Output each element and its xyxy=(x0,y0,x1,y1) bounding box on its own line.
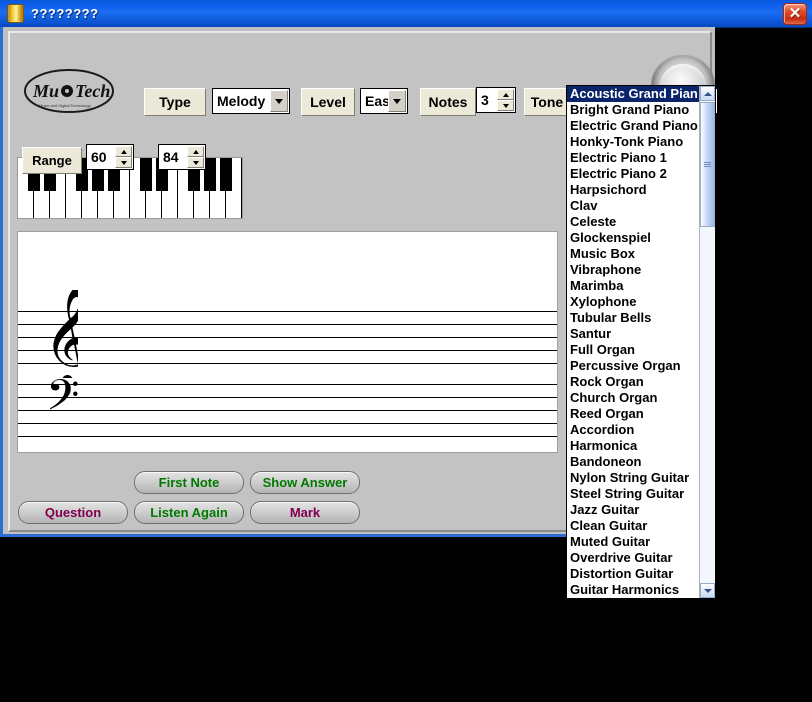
dropdown-option[interactable]: Harpsichord xyxy=(567,182,699,198)
staff-line xyxy=(18,397,557,398)
svg-text:𝄢: 𝄢 xyxy=(46,378,79,431)
logo-graphic: Mu Tech Music and Digital Technology xyxy=(24,69,114,113)
dropdown-option[interactable]: Acoustic Grand Pian xyxy=(567,86,699,102)
tone-label: Tone xyxy=(524,88,570,116)
listen-again-button[interactable]: Listen Again xyxy=(134,501,244,524)
black-key[interactable] xyxy=(219,158,233,191)
window-title: ???????? xyxy=(31,6,99,21)
dropdown-scrollbar[interactable] xyxy=(699,86,715,598)
staff-line xyxy=(18,311,557,312)
staff-line xyxy=(18,350,557,351)
stepper-up-icon[interactable] xyxy=(187,146,204,157)
stepper-up-icon[interactable] xyxy=(115,146,132,157)
dropdown-option[interactable]: Harmonica xyxy=(567,438,699,454)
title-bar: ???????? ✕ xyxy=(0,0,812,28)
dropdown-option[interactable]: Clav xyxy=(567,198,699,214)
dropdown-option[interactable]: Overdrive Guitar xyxy=(567,550,699,566)
range-high-buttons xyxy=(187,146,204,168)
dropdown-option[interactable]: Honky-Tonk Piano xyxy=(567,134,699,150)
dropdown-option[interactable]: Accordion xyxy=(567,422,699,438)
tone-dropdown-options[interactable]: Acoustic Grand Pian Bright Grand Piano Ele… xyxy=(567,86,699,598)
dropdown-option[interactable]: Nylon String Guitar xyxy=(567,470,699,486)
dropdown-option[interactable]: Marimba xyxy=(567,278,699,294)
app-icon xyxy=(7,4,24,23)
staff-line xyxy=(18,410,557,411)
range-low-buttons xyxy=(115,146,132,168)
dropdown-option[interactable]: Bright Grand Piano xyxy=(567,102,699,118)
dropdown-option[interactable]: Steel String Guitar xyxy=(567,486,699,502)
dropdown-option[interactable]: Xylophone xyxy=(567,294,699,310)
staff-line xyxy=(18,384,557,385)
scroll-up-icon[interactable] xyxy=(700,86,715,101)
screen: ???????? ✕ Mu Tech Music and Digital Tec… xyxy=(0,0,812,702)
dropdown-option[interactable]: Distortion Guitar xyxy=(567,566,699,582)
type-combo[interactable]: Melody xyxy=(212,88,290,114)
black-key[interactable] xyxy=(139,158,153,191)
staff-line xyxy=(18,324,557,325)
scrollbar-thumb[interactable] xyxy=(700,102,715,227)
dropdown-option[interactable]: Vibraphone xyxy=(567,262,699,278)
dropdown-option[interactable]: Santur xyxy=(567,326,699,342)
range-high-stepper[interactable]: 84 xyxy=(158,144,206,170)
dropdown-option[interactable]: Percussive Organ xyxy=(567,358,699,374)
dropdown-option[interactable]: Jazz Guitar xyxy=(567,502,699,518)
dropdown-option[interactable]: Glockenspiel xyxy=(567,230,699,246)
dropdown-option[interactable]: Bandoneon xyxy=(567,454,699,470)
dropdown-option[interactable]: Celeste xyxy=(567,214,699,230)
treble-clef-icon: 𝄞 xyxy=(42,287,94,391)
close-glyph: ✕ xyxy=(788,5,802,22)
level-combo-value: Easy xyxy=(365,93,388,109)
svg-text:Tech: Tech xyxy=(75,81,110,101)
dropdown-option[interactable]: Full Organ xyxy=(567,342,699,358)
dropdown-option[interactable]: Clean Guitar xyxy=(567,518,699,534)
show-answer-button[interactable]: Show Answer xyxy=(250,471,360,494)
close-icon[interactable]: ✕ xyxy=(783,3,807,25)
level-combo[interactable]: Easy xyxy=(360,88,408,114)
svg-text:𝄞: 𝄞 xyxy=(43,290,78,378)
scrollbar-grip-icon xyxy=(704,161,711,168)
range-low-value: 60 xyxy=(91,149,107,165)
notes-stepper-value: 3 xyxy=(481,92,489,108)
notes-label: Notes xyxy=(420,88,476,116)
scroll-down-icon[interactable] xyxy=(700,583,715,598)
svg-text:Mu: Mu xyxy=(32,81,59,101)
question-button[interactable]: Question xyxy=(18,501,128,524)
dropdown-option[interactable]: Electric Grand Piano xyxy=(567,118,699,134)
range-high-value: 84 xyxy=(163,149,179,165)
dropdown-option[interactable]: Music Box xyxy=(567,246,699,262)
dropdown-option[interactable]: Tubular Bells xyxy=(567,310,699,326)
dropdown-option[interactable]: Church Organ xyxy=(567,390,699,406)
dropdown-option[interactable]: Guitar Harmonics xyxy=(567,582,699,598)
type-combo-value: Melody xyxy=(217,93,266,109)
tone-dropdown-list[interactable]: Acoustic Grand Pian Bright Grand Piano Ele… xyxy=(566,85,716,599)
range-low-stepper[interactable]: 60 xyxy=(86,144,134,170)
staff-line xyxy=(18,337,557,338)
staff-line xyxy=(18,363,557,364)
staff-line xyxy=(18,423,557,424)
stepper-down-icon[interactable] xyxy=(497,100,514,111)
chevron-down-icon[interactable] xyxy=(270,90,288,112)
svg-text:Music and Digital Technology: Music and Digital Technology xyxy=(39,103,91,108)
stepper-down-icon[interactable] xyxy=(187,157,204,168)
staff-line xyxy=(18,436,557,437)
range-label: Range xyxy=(22,147,82,174)
dropdown-option[interactable]: Rock Organ xyxy=(567,374,699,390)
chevron-down-icon[interactable] xyxy=(388,90,406,112)
notes-stepper-buttons xyxy=(497,89,514,111)
dropdown-option[interactable]: Reed Organ xyxy=(567,406,699,422)
stepper-down-icon[interactable] xyxy=(115,157,132,168)
type-label: Type xyxy=(144,88,206,116)
dropdown-option[interactable]: Electric Piano 1 xyxy=(567,150,699,166)
music-staff-area: 𝄞 𝄢 xyxy=(17,231,558,453)
notes-stepper[interactable]: 3 xyxy=(476,87,516,113)
dropdown-option[interactable]: Muted Guitar xyxy=(567,534,699,550)
mustech-logo: Mu Tech Music and Digital Technology xyxy=(19,67,119,115)
dropdown-option[interactable]: Electric Piano 2 xyxy=(567,166,699,182)
bass-clef-icon: 𝄢 xyxy=(45,371,79,437)
stepper-up-icon[interactable] xyxy=(497,89,514,100)
level-label: Level xyxy=(301,88,355,116)
first-note-button[interactable]: First Note xyxy=(134,471,244,494)
mark-button[interactable]: Mark xyxy=(250,501,360,524)
